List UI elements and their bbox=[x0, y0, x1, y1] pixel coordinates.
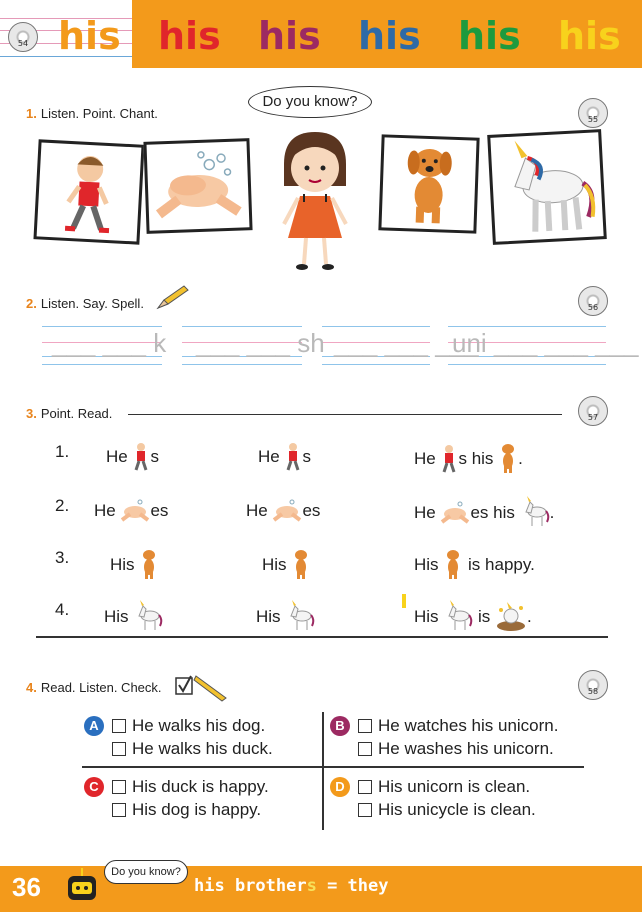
checkbox[interactable] bbox=[358, 780, 372, 794]
dog-icon bbox=[443, 548, 463, 580]
boy-walking-icon bbox=[284, 442, 302, 472]
row-3-b: His bbox=[262, 548, 311, 580]
dog-icon bbox=[498, 442, 518, 474]
cd-icon[interactable]: 55 bbox=[578, 98, 608, 128]
section-1-title: 1. Listen. Point. Chant. bbox=[26, 106, 158, 121]
dog-picture[interactable] bbox=[378, 134, 480, 234]
boy-walking-picture[interactable] bbox=[33, 139, 145, 245]
page-number: 36 bbox=[12, 872, 41, 902]
unicorn-picture[interactable] bbox=[487, 129, 607, 245]
row-4-a: His bbox=[104, 600, 163, 632]
check-option[interactable]: He watches his unicorn. bbox=[358, 716, 558, 736]
spelling-trace-2: ___ ___ sh bbox=[196, 328, 325, 358]
cd-icon[interactable]: 57 bbox=[578, 396, 608, 426]
row-1-b: He s bbox=[258, 442, 311, 472]
row-number: 2. bbox=[55, 496, 70, 515]
cd-icon[interactable]: 58 bbox=[578, 670, 608, 700]
header-word-3: his bbox=[258, 14, 321, 58]
header-word-4: his bbox=[358, 14, 421, 58]
row-2-c: He es his . bbox=[414, 496, 554, 528]
row-1-a: He s bbox=[106, 442, 159, 472]
checkbox[interactable] bbox=[358, 742, 372, 756]
muddy-unicorn-icon bbox=[495, 602, 527, 632]
unicorn-icon bbox=[285, 600, 315, 632]
cd-icon[interactable]: 56 bbox=[578, 286, 608, 316]
girl-picture[interactable] bbox=[270, 128, 360, 274]
unicorn-icon bbox=[443, 600, 473, 632]
hands-washing-icon bbox=[120, 496, 150, 524]
check-option[interactable]: His unicycle is clean. bbox=[358, 800, 536, 820]
unicorn-icon bbox=[133, 600, 163, 632]
row-number: 4. bbox=[55, 600, 70, 619]
row-1-c: He s his . bbox=[414, 442, 523, 474]
header-word-6: his bbox=[558, 14, 621, 58]
checkbox[interactable] bbox=[112, 719, 126, 733]
row-number: 1. bbox=[55, 442, 70, 461]
grid-vertical-divider bbox=[322, 712, 324, 830]
boy-walking-icon bbox=[440, 444, 458, 474]
footer-grammar-note: his brothers = they bbox=[194, 876, 389, 896]
badge-b: B bbox=[330, 716, 350, 736]
checkbox[interactable] bbox=[358, 803, 372, 817]
hands-washing-icon bbox=[440, 498, 470, 526]
row-2-b: He es bbox=[246, 496, 320, 524]
unicorn-icon bbox=[520, 496, 550, 528]
badge-c: C bbox=[84, 777, 104, 797]
cd-icon[interactable]: 54 bbox=[8, 22, 38, 52]
yellow-marker bbox=[402, 594, 406, 608]
header-word-5: his bbox=[458, 14, 521, 58]
row-4-c: His is . bbox=[414, 600, 532, 632]
check-option[interactable]: His unicorn is clean. bbox=[358, 777, 530, 797]
spelling-trace-4: uni ___ ___ ___ bbox=[452, 328, 639, 358]
check-option[interactable]: He walks his dog. bbox=[112, 716, 265, 736]
row-3-a: His bbox=[110, 548, 159, 580]
checkbox[interactable] bbox=[358, 719, 372, 733]
hands-washing-picture[interactable] bbox=[143, 138, 253, 234]
badge-d: D bbox=[330, 777, 350, 797]
check-option[interactable]: He washes his unicorn. bbox=[358, 739, 554, 759]
grid-horizontal-divider bbox=[82, 766, 584, 768]
section-2-title: 2. Listen. Say. Spell. bbox=[26, 296, 144, 311]
checkbox[interactable] bbox=[112, 780, 126, 794]
check-option[interactable]: He walks his duck. bbox=[112, 739, 273, 759]
pencil-icon bbox=[156, 284, 190, 314]
check-option[interactable]: His duck is happy. bbox=[112, 777, 269, 797]
row-3-c: His is happy. bbox=[414, 548, 535, 580]
section-3-bottom-rule bbox=[36, 636, 608, 638]
dog-icon bbox=[291, 548, 311, 580]
check-pencil-icon bbox=[174, 672, 230, 706]
section-3-rule bbox=[128, 414, 562, 415]
hands-washing-icon bbox=[272, 496, 302, 524]
checkbox[interactable] bbox=[112, 803, 126, 817]
row-4-b: His bbox=[256, 600, 315, 632]
header-word-1: his bbox=[58, 14, 121, 58]
do-you-know-bubble: Do you know? bbox=[248, 86, 372, 118]
section-3-title: 3. Point. Read. bbox=[26, 406, 113, 421]
row-number: 3. bbox=[55, 548, 70, 567]
checkbox[interactable] bbox=[112, 742, 126, 756]
section-4-title: 4. Read. Listen. Check. bbox=[26, 680, 162, 695]
badge-a: A bbox=[84, 716, 104, 736]
mascot-icon bbox=[62, 866, 102, 910]
boy-walking-icon bbox=[132, 442, 150, 472]
dog-icon bbox=[139, 548, 159, 580]
page-header: 54 his his his his his his bbox=[0, 0, 642, 68]
do-you-know-bubble: Do you know? bbox=[104, 860, 188, 884]
check-option[interactable]: His dog is happy. bbox=[112, 800, 261, 820]
row-2-a: He es bbox=[94, 496, 168, 524]
spelling-trace-1: ___ ___ k bbox=[52, 328, 167, 358]
header-word-2: his bbox=[158, 14, 221, 58]
